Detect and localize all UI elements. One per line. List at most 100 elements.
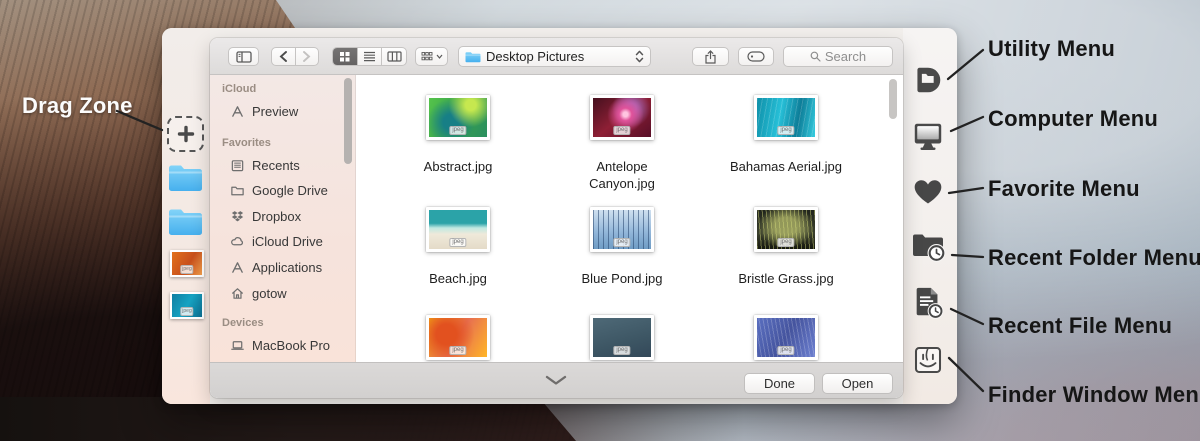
- search-placeholder: Search: [824, 49, 867, 64]
- forward-button[interactable]: [294, 48, 319, 65]
- utility-menu-button[interactable]: [910, 62, 946, 98]
- sidebar-item-label: gotow: [252, 285, 287, 301]
- screenshot-root: { "annotations": { "drag_zone": "Drag Zo…: [0, 0, 1200, 441]
- dropbox-icon: [231, 210, 244, 221]
- dragged-image-thumbnail[interactable]: jpeg: [170, 292, 204, 319]
- sidebar-item-applications[interactable]: Applications: [230, 257, 322, 277]
- chevron-down-icon: [436, 54, 442, 59]
- file-row3[interactable]: jpeg: [376, 315, 540, 365]
- annotation-recent-file-menu: Recent File Menu: [988, 313, 1173, 338]
- file-type-badge: jpeg: [180, 307, 194, 316]
- navigation-buttons: [271, 47, 319, 66]
- file-type-badge: jpeg: [777, 346, 795, 355]
- favorite-menu-button[interactable]: [910, 174, 946, 210]
- sidebar-scrollbar-thumb[interactable]: [344, 78, 352, 164]
- file-bristle-grass[interactable]: jpeg Bristle Grass.jpg: [704, 207, 868, 287]
- back-button[interactable]: [272, 48, 295, 65]
- toggle-sidebar-button[interactable]: [228, 47, 259, 66]
- expand-chevron-button[interactable]: [543, 374, 569, 387]
- file-thumbnail: jpeg: [754, 207, 818, 252]
- file-thumbnail: jpeg: [590, 95, 654, 140]
- recent-folder-menu-button[interactable]: [910, 228, 946, 264]
- file-type-badge: jpeg: [449, 346, 467, 355]
- folder-outline-icon: [231, 186, 244, 195]
- finder-icon: [914, 346, 942, 374]
- sidebar-item-label: Preview: [252, 103, 299, 119]
- sidebar-header-icloud: iCloud: [222, 83, 257, 95]
- file-row3[interactable]: jpeg: [540, 315, 704, 365]
- sidebar-item-macbook-pro[interactable]: MacBook Pro: [230, 335, 330, 355]
- share-button[interactable]: [692, 47, 729, 66]
- recent-file-menu-button[interactable]: [910, 285, 946, 321]
- location-popup[interactable]: Desktop Pictures: [458, 46, 651, 67]
- file-type-badge: jpeg: [613, 346, 631, 355]
- content-scrollbar-thumb[interactable]: [889, 79, 897, 119]
- dialog-toolbar: Desktop Pictures Search: [210, 38, 903, 75]
- sidebar-item-preview[interactable]: Preview: [230, 101, 298, 121]
- file-thumbnail: jpeg: [426, 207, 490, 252]
- file-type-badge: jpeg: [777, 126, 795, 135]
- open-dialog: Desktop Pictures Search iCloud Preview F…: [210, 38, 903, 398]
- sidebar-item-gotow[interactable]: gotow: [230, 283, 287, 303]
- file-bahamas-aerial[interactable]: jpeg Bahamas Aerial.jpg: [704, 95, 868, 175]
- file-blue-pond[interactable]: jpeg Blue Pond.jpg: [540, 207, 704, 287]
- finder-window-menu-button[interactable]: [910, 342, 946, 378]
- file-type-badge: jpeg: [180, 265, 194, 274]
- file-name: Bristle Grass.jpg: [738, 271, 834, 286]
- file-name: Blue Pond.jpg: [581, 271, 663, 286]
- drag-zone-target[interactable]: [167, 116, 204, 152]
- file-thumbnail: jpeg: [426, 315, 490, 360]
- tags-button[interactable]: [738, 47, 774, 66]
- sidebar-item-label: Recents: [252, 157, 300, 173]
- location-label: Desktop Pictures: [486, 49, 585, 64]
- annotation-recent-folder-menu: Recent Folder Menu: [988, 245, 1200, 270]
- sidebar-item-icloud-drive[interactable]: iCloud Drive: [230, 231, 323, 251]
- sidebar-item-recents[interactable]: Recents: [230, 155, 300, 175]
- laptop-icon: [231, 340, 244, 350]
- annotation-finder-window-menu: Finder Window Menu: [988, 382, 1200, 407]
- plus-icon: [177, 125, 194, 143]
- computer-menu-button[interactable]: [910, 118, 946, 154]
- chevron-right-icon: [303, 51, 311, 62]
- file-name: Bahamas Aerial.jpg: [729, 159, 842, 174]
- dragged-folder-icon[interactable]: [168, 207, 203, 236]
- arrange-menu-button[interactable]: [415, 47, 448, 66]
- file-antelope-canyon[interactable]: jpeg Antelope Canyon.jpg: [540, 95, 704, 192]
- icon-view-button[interactable]: [333, 48, 357, 65]
- column-view-button[interactable]: [382, 48, 406, 65]
- dialog-footer: Done Open: [210, 362, 903, 398]
- file-row3[interactable]: jpeg: [704, 315, 868, 365]
- sidebar-header-favorites: Favorites: [222, 137, 271, 149]
- file-name: Antelope Canyon.jpg: [589, 159, 655, 191]
- computer-icon: [914, 123, 942, 150]
- file-name: Abstract.jpg: [423, 159, 493, 174]
- file-thumbnail: jpeg: [426, 95, 490, 140]
- folder-clock-icon: [913, 234, 946, 262]
- list-view-button[interactable]: [356, 48, 383, 65]
- sidebar-item-dropbox[interactable]: Dropbox: [230, 206, 301, 226]
- file-name: Beach.jpg: [429, 271, 487, 286]
- dialog-sidebar: iCloud Preview Favorites Recents Google …: [210, 75, 356, 362]
- dragged-image-thumbnail[interactable]: jpeg: [170, 250, 204, 277]
- annotation-drag-zone: Drag Zone: [22, 93, 133, 118]
- search-icon: [810, 51, 821, 62]
- dragged-folder-icon[interactable]: [168, 163, 203, 192]
- sidebar-header-devices: Devices: [222, 317, 264, 329]
- app-a-icon: [232, 261, 243, 273]
- file-abstract[interactable]: jpeg Abstract.jpg: [376, 95, 540, 175]
- open-button[interactable]: Open: [822, 373, 893, 394]
- view-mode-control: [332, 47, 407, 66]
- share-icon: [705, 49, 716, 64]
- sidebar-item-label: Applications: [252, 259, 323, 275]
- annotation-utility-menu: Utility Menu: [988, 36, 1116, 61]
- sidebar-item-label: iCloud Drive: [252, 233, 323, 249]
- search-input[interactable]: Search: [783, 46, 893, 67]
- file-beach[interactable]: jpeg Beach.jpg: [376, 207, 540, 287]
- file-type-badge: jpeg: [777, 238, 795, 247]
- recents-icon: [231, 159, 244, 171]
- annotation-favorite-menu: Favorite Menu: [988, 176, 1140, 201]
- done-button[interactable]: Done: [744, 373, 815, 394]
- sidebar-item-label: Google Drive: [252, 182, 328, 198]
- popup-chevrons-icon: [635, 50, 644, 63]
- sidebar-item-google-drive[interactable]: Google Drive: [230, 180, 328, 200]
